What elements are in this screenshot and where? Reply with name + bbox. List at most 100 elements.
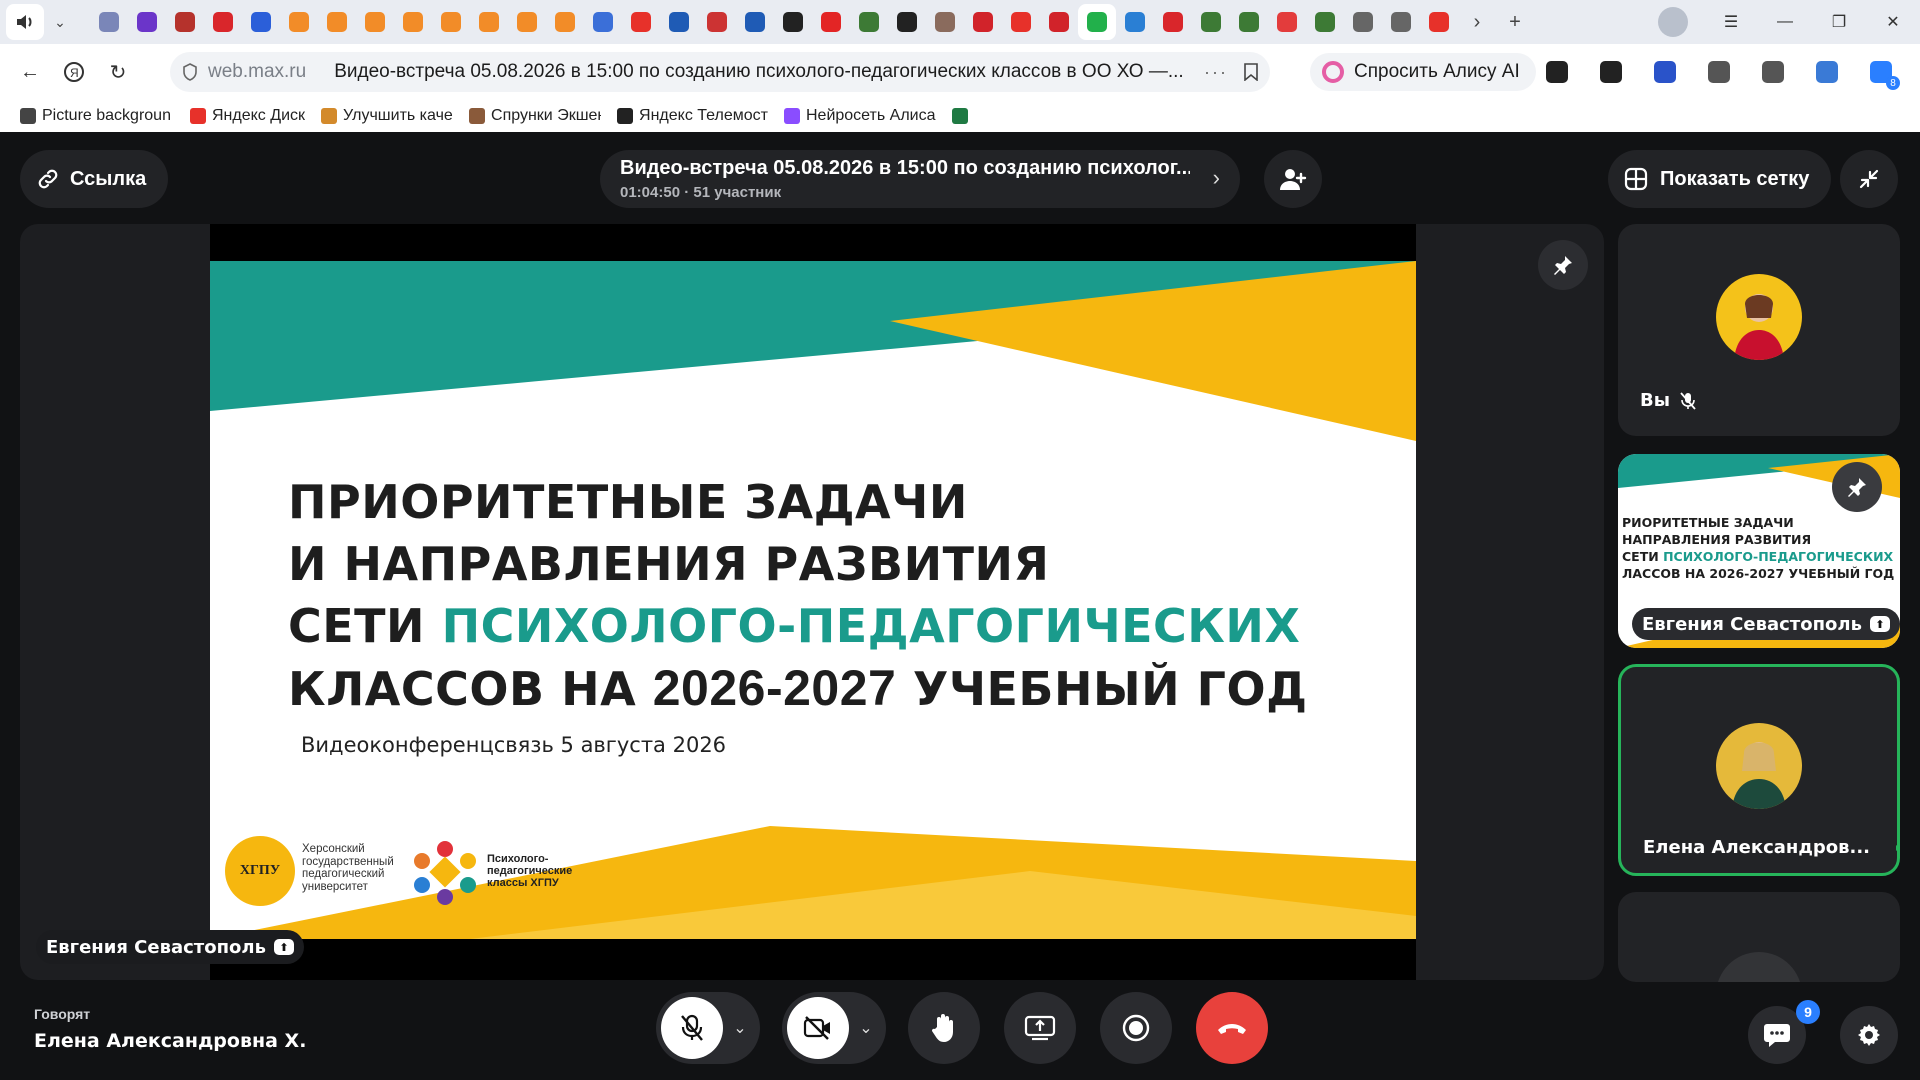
pinned-tab[interactable]: [1040, 4, 1078, 40]
participant-tile-you[interactable]: Вы: [1618, 224, 1900, 436]
bookmark-item[interactable]: Яндекс Диск: [190, 107, 305, 125]
pinned-tab[interactable]: [1420, 4, 1458, 40]
pin-button[interactable]: [1832, 462, 1882, 512]
raise-hand-button[interactable]: [908, 992, 980, 1064]
pinned-tab[interactable]: [318, 4, 356, 40]
show-grid-button[interactable]: Показать сетку: [1608, 150, 1832, 208]
bookmark-favicon-icon: [951, 108, 968, 124]
speaker-icon[interactable]: [6, 4, 44, 40]
ask-alice-button[interactable]: Спросить Алису AI: [1310, 53, 1536, 91]
pinned-tab[interactable]: [964, 4, 1002, 40]
profile-sync-icon[interactable]: [1800, 52, 1854, 92]
restore-icon[interactable]: ❐: [1812, 0, 1866, 44]
pin-button[interactable]: [1538, 240, 1588, 290]
speaking-name: Елена Александровна Х.: [34, 1030, 307, 1052]
pinned-tab[interactable]: [1230, 4, 1268, 40]
pinned-tab[interactable]: [1344, 4, 1382, 40]
downloads-icon[interactable]: 8: [1854, 52, 1908, 92]
reload-icon[interactable]: ↻: [96, 52, 140, 92]
share-screen-button[interactable]: [1004, 992, 1076, 1064]
extensions-icon[interactable]: [1692, 52, 1746, 92]
pinned-tab[interactable]: [1268, 4, 1306, 40]
tab-menu-icon[interactable]: ☰: [1704, 0, 1758, 44]
pinned-tab[interactable]: [1192, 4, 1230, 40]
pinned-tab[interactable]: [432, 4, 470, 40]
bookmark-item[interactable]: Нейросеть Алиса: [783, 107, 936, 125]
pinned-tab[interactable]: [622, 4, 660, 40]
downloads-count-badge: 8: [1886, 76, 1900, 90]
settings-button[interactable]: [1840, 1006, 1898, 1064]
pinned-tab[interactable]: [1154, 4, 1192, 40]
record-button[interactable]: [1100, 992, 1172, 1064]
bookmark-item[interactable]: Яндекс Телемост: [617, 107, 768, 125]
site-favicon-icon: [1315, 12, 1335, 32]
bookmark-item[interactable]: Спрунки Экшен П: [469, 107, 601, 125]
mic-options-chevron-icon[interactable]: ⌄: [723, 1018, 757, 1038]
bookmark-item[interactable]: Picture backgroun: [20, 107, 174, 125]
pinned-tab[interactable]: [204, 4, 242, 40]
pinned-tab[interactable]: [128, 4, 166, 40]
participant-tile[interactable]: [1618, 892, 1900, 982]
pinned-tab[interactable]: [888, 4, 926, 40]
pinned-tab[interactable]: [1306, 4, 1344, 40]
pinned-tab[interactable]: [812, 4, 850, 40]
pinned-tab[interactable]: [470, 4, 508, 40]
camera-control[interactable]: ⌄: [782, 992, 886, 1064]
tabs-scroll-right-icon[interactable]: ›: [1458, 4, 1496, 40]
pinned-tab[interactable]: [1078, 4, 1116, 40]
pinned-tab[interactable]: [166, 4, 204, 40]
site-favicon-icon: [669, 12, 689, 32]
pinned-tab[interactable]: [698, 4, 736, 40]
site-favicon-icon: [1125, 12, 1145, 32]
pinned-tab[interactable]: [584, 4, 622, 40]
pinned-tab[interactable]: [394, 4, 432, 40]
bookmark-item[interactable]: [951, 108, 974, 124]
save-to-yandex-icon[interactable]: [1530, 52, 1584, 92]
kinopoisk-icon[interactable]: [1584, 52, 1638, 92]
pinned-tab[interactable]: [736, 4, 774, 40]
meeting-info-button[interactable]: Видео-встреча 05.08.2026 в 15:00 по созд…: [600, 150, 1240, 208]
pinned-tab[interactable]: [356, 4, 394, 40]
tab-list-chevron-icon[interactable]: ⌄: [44, 4, 76, 40]
invite-participant-button[interactable]: [1264, 150, 1322, 208]
profile-avatar[interactable]: [1658, 7, 1688, 37]
minimize-icon[interactable]: —: [1758, 0, 1812, 44]
bookmark-label: Нейросеть Алиса: [805, 107, 936, 124]
pinned-tab[interactable]: [774, 4, 812, 40]
pinned-tab[interactable]: [660, 4, 698, 40]
microphone-control[interactable]: ⌄: [656, 992, 760, 1064]
pinned-tab[interactable]: [242, 4, 280, 40]
participant-tile-screenshare[interactable]: РИОРИТЕТНЫЕ ЗАДАЧИ НАПРАВЛЕНИЯ РАЗВИТИЯ …: [1618, 454, 1900, 648]
pinned-tab[interactable]: [1382, 4, 1420, 40]
url-field[interactable]: web.max.ru Видео-встреча 05.08.2026 в 15…: [170, 52, 1270, 92]
site-favicon-icon: [897, 12, 917, 32]
participant-tile-active-speaker[interactable]: Елена Александров...: [1618, 664, 1900, 876]
pinned-tab[interactable]: [280, 4, 318, 40]
pinned-tab[interactable]: [90, 4, 128, 40]
pinned-tab[interactable]: [508, 4, 546, 40]
pinned-tab[interactable]: [1002, 4, 1040, 40]
presenter-name-badge: Евгения Севастополь ⬆: [36, 930, 304, 964]
slide-title-line-4-suffix: УЧЕБНЫЙ ГОД: [896, 662, 1308, 716]
pinned-tab[interactable]: [850, 4, 888, 40]
camera-options-chevron-icon[interactable]: ⌄: [849, 1018, 883, 1038]
bookmark-icon[interactable]: [1244, 63, 1258, 81]
security-icon[interactable]: [1638, 52, 1692, 92]
back-icon[interactable]: ←: [8, 52, 52, 92]
site-favicon-icon: [555, 12, 575, 32]
pinned-tab[interactable]: [1116, 4, 1154, 40]
pinned-tab[interactable]: [926, 4, 964, 40]
mic-toggle-button[interactable]: [661, 997, 723, 1059]
main-stage[interactable]: ПРИОРИТЕТНЫЕ ЗАДАЧИ И НАПРАВЛЕНИЯ РАЗВИТ…: [20, 224, 1604, 980]
camera-toggle-button[interactable]: [787, 997, 849, 1059]
bookmark-item[interactable]: Улучшить качеств: [321, 107, 453, 125]
more-dots-icon[interactable]: ···: [1204, 62, 1228, 83]
exit-fullscreen-button[interactable]: [1840, 150, 1898, 208]
new-tab-icon[interactable]: +: [1496, 4, 1534, 40]
close-window-icon[interactable]: ✕: [1866, 0, 1920, 44]
copy-link-button[interactable]: Ссылка: [20, 150, 169, 208]
collections-icon[interactable]: [1746, 52, 1800, 92]
pinned-tab[interactable]: [546, 4, 584, 40]
end-call-button[interactable]: [1196, 992, 1268, 1064]
yandex-home-icon[interactable]: Я: [52, 52, 96, 92]
